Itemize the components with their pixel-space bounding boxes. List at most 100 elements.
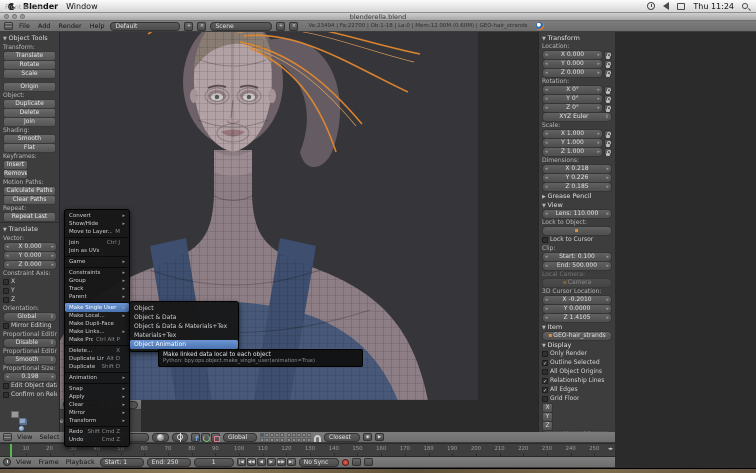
object-menu-item[interactable]: Duplicate Shift D (65, 363, 129, 371)
object-menu-item[interactable]: Move to Layer... M (65, 228, 129, 236)
play-reverse-button[interactable]: ◀ (257, 458, 266, 466)
sidebar-item[interactable]: Z 0° (542, 104, 612, 112)
translate-panel-item[interactable]: Confirm on Release (3, 391, 57, 399)
sidebar-item[interactable]: All Edges (542, 386, 612, 394)
object-menu-item[interactable]: Make Single User (65, 302, 129, 312)
jump-to-start-button[interactable]: |◀ (237, 458, 246, 466)
timeline-editor-icon[interactable] (3, 458, 11, 466)
submenu-item[interactable]: Object (130, 304, 238, 313)
object-menu-item[interactable]: Clear (65, 401, 129, 409)
sidebar-item[interactable]: End: 500.000 (542, 262, 612, 270)
sidebar-item[interactable]: GEO-hair_strands (542, 332, 612, 340)
sidebar-item[interactable]: Z 0.000 (542, 69, 612, 77)
sidebar-item[interactable]: X 1.000 (542, 130, 612, 138)
jump-to-end-button[interactable]: ▶| (287, 458, 296, 466)
sidebar-item[interactable]: All Object Origins (542, 368, 612, 376)
window-menu[interactable]: Window (66, 2, 98, 11)
sidebar-item[interactable]: Grease Pencil (542, 192, 612, 200)
sidebar-item[interactable]: Lens: 110.000 (542, 210, 612, 218)
tool-shelf-item[interactable]: Join (3, 118, 56, 126)
render-opengl-icon[interactable]: ◉ (363, 433, 372, 441)
object-menu-item[interactable]: Animation (65, 372, 129, 382)
next-keyframe-button[interactable]: ▶▶ (277, 458, 286, 466)
object-menu-item[interactable]: Constraints (65, 267, 129, 277)
sidebar-item[interactable]: X 0.218 (542, 165, 612, 173)
tool-shelf-item[interactable]: Delete (3, 109, 56, 117)
sidebar-item[interactable]: Display (542, 341, 612, 349)
sidebar-item[interactable]: Start: 0.100 (542, 253, 612, 261)
sidebar-item[interactable]: Grid Floor (542, 395, 579, 403)
object-menu-item[interactable]: Game (65, 256, 129, 266)
frame-start-field[interactable]: Start: 1 (100, 458, 144, 467)
object-menu-item[interactable]: Parent (65, 293, 129, 301)
tool-shelf-item[interactable]: Smooth (3, 135, 56, 143)
sidebar-item[interactable]: Y 0.0000 (542, 305, 612, 313)
render-menu[interactable]: Render (56, 22, 83, 30)
add-scene-button[interactable]: + (276, 22, 285, 31)
snap-magnet-icon[interactable] (314, 435, 321, 442)
tool-shelf-item[interactable]: Rotate (3, 61, 56, 69)
timeline-frame-menu[interactable]: Frame (36, 458, 60, 466)
current-frame-field[interactable]: 1 (194, 458, 234, 467)
submenu-item[interactable]: Object & Data & Materials+Tex (130, 322, 238, 331)
object-menu-item[interactable]: Transform (65, 417, 129, 425)
translate-panel-item[interactable]: Y 0.000 (3, 252, 57, 260)
sidebar-item[interactable]: X (542, 404, 553, 412)
sidebar-item[interactable]: Z 1.4105 (542, 314, 612, 322)
scale-manipulator-icon[interactable] (211, 433, 220, 442)
editor-type-icon[interactable] (4, 22, 13, 30)
object-tools-panel-header[interactable]: Object Tools (0, 32, 59, 43)
render-opengl-anim-icon[interactable]: ▶ (375, 433, 384, 441)
translate-panel-item[interactable]: Disable (3, 339, 57, 347)
translate-panel-item[interactable]: X 0.000 (3, 243, 57, 251)
delete-layout-button[interactable]: × (197, 22, 206, 31)
sidebar-item[interactable]: X 0° (542, 86, 612, 94)
object-menu-item[interactable]: Make Local... (65, 312, 129, 320)
sidebar-item[interactable]: Item (542, 323, 612, 331)
translate-panel-item[interactable]: Y (3, 287, 57, 295)
object-menu-item[interactable]: Group (65, 277, 129, 285)
orientation-dropdown[interactable]: Global (223, 433, 257, 442)
object-menu-item[interactable]: Redo Shift Cmd Z (65, 426, 129, 436)
menu-clock[interactable]: Thu 11:24 (693, 2, 734, 11)
object-menu-item[interactable]: Convert (65, 212, 129, 220)
timeline-playback-menu[interactable]: Playback (64, 458, 97, 466)
sidebar-item[interactable] (542, 227, 612, 235)
tool-shelf-item[interactable]: Repeat Last (3, 213, 56, 221)
add-layout-button[interactable]: + (184, 22, 193, 31)
translate-panel-item[interactable]: X (3, 278, 57, 286)
sidebar-item[interactable]: Transform (542, 34, 612, 42)
tool-shelf-item[interactable]: Calculate Paths (3, 187, 56, 195)
object-menu-item[interactable]: Make Links... (65, 328, 129, 336)
keying-set-icon[interactable] (352, 458, 361, 466)
sidebar-item[interactable]: Camera (542, 279, 612, 287)
snap-element-dropdown[interactable]: Closest (324, 433, 360, 442)
sidebar-item[interactable]: Relationship Lines (542, 377, 612, 385)
sidebar-item[interactable]: XYZ Euler (542, 113, 612, 121)
tool-shelf-item[interactable]: Clear Paths (3, 196, 56, 204)
sidebar-item[interactable]: Z 1.000 (542, 148, 612, 156)
spotlight-icon[interactable] (742, 3, 748, 9)
sidebar-item[interactable]: View (542, 201, 612, 209)
object-menu-item[interactable]: Mirror (65, 409, 129, 417)
pivot-point-dropdown[interactable] (172, 433, 188, 442)
rotate-manipulator-icon[interactable] (201, 433, 210, 442)
help-menu[interactable]: Help (88, 22, 107, 30)
object-menu-item[interactable]: Apply (65, 393, 129, 401)
viewport-shading-dropdown[interactable] (152, 433, 169, 442)
editor-type-icon[interactable] (3, 433, 12, 441)
object-menu-item[interactable]: Join as UVs (65, 247, 129, 255)
object-menu-item[interactable]: Make Dupli-Face (65, 320, 129, 328)
keying-options-icon[interactable] (364, 458, 373, 466)
record-button[interactable] (342, 459, 349, 466)
sync-dropdown[interactable]: No Sync (299, 458, 339, 467)
layers-widget-1[interactable] (260, 433, 284, 442)
delete-scene-button[interactable]: × (289, 22, 298, 31)
sidebar-item[interactable]: Outline Selected (542, 359, 612, 367)
sidebar-item[interactable]: Y 0° (542, 95, 612, 103)
current-frame-playhead[interactable] (10, 444, 12, 458)
file-menu[interactable]: File (17, 22, 32, 30)
sidebar-item[interactable]: Y (542, 413, 553, 421)
tool-shelf-item[interactable]: Insert (3, 161, 28, 169)
translate-panel-item[interactable]: Mirror Editing (3, 322, 57, 330)
